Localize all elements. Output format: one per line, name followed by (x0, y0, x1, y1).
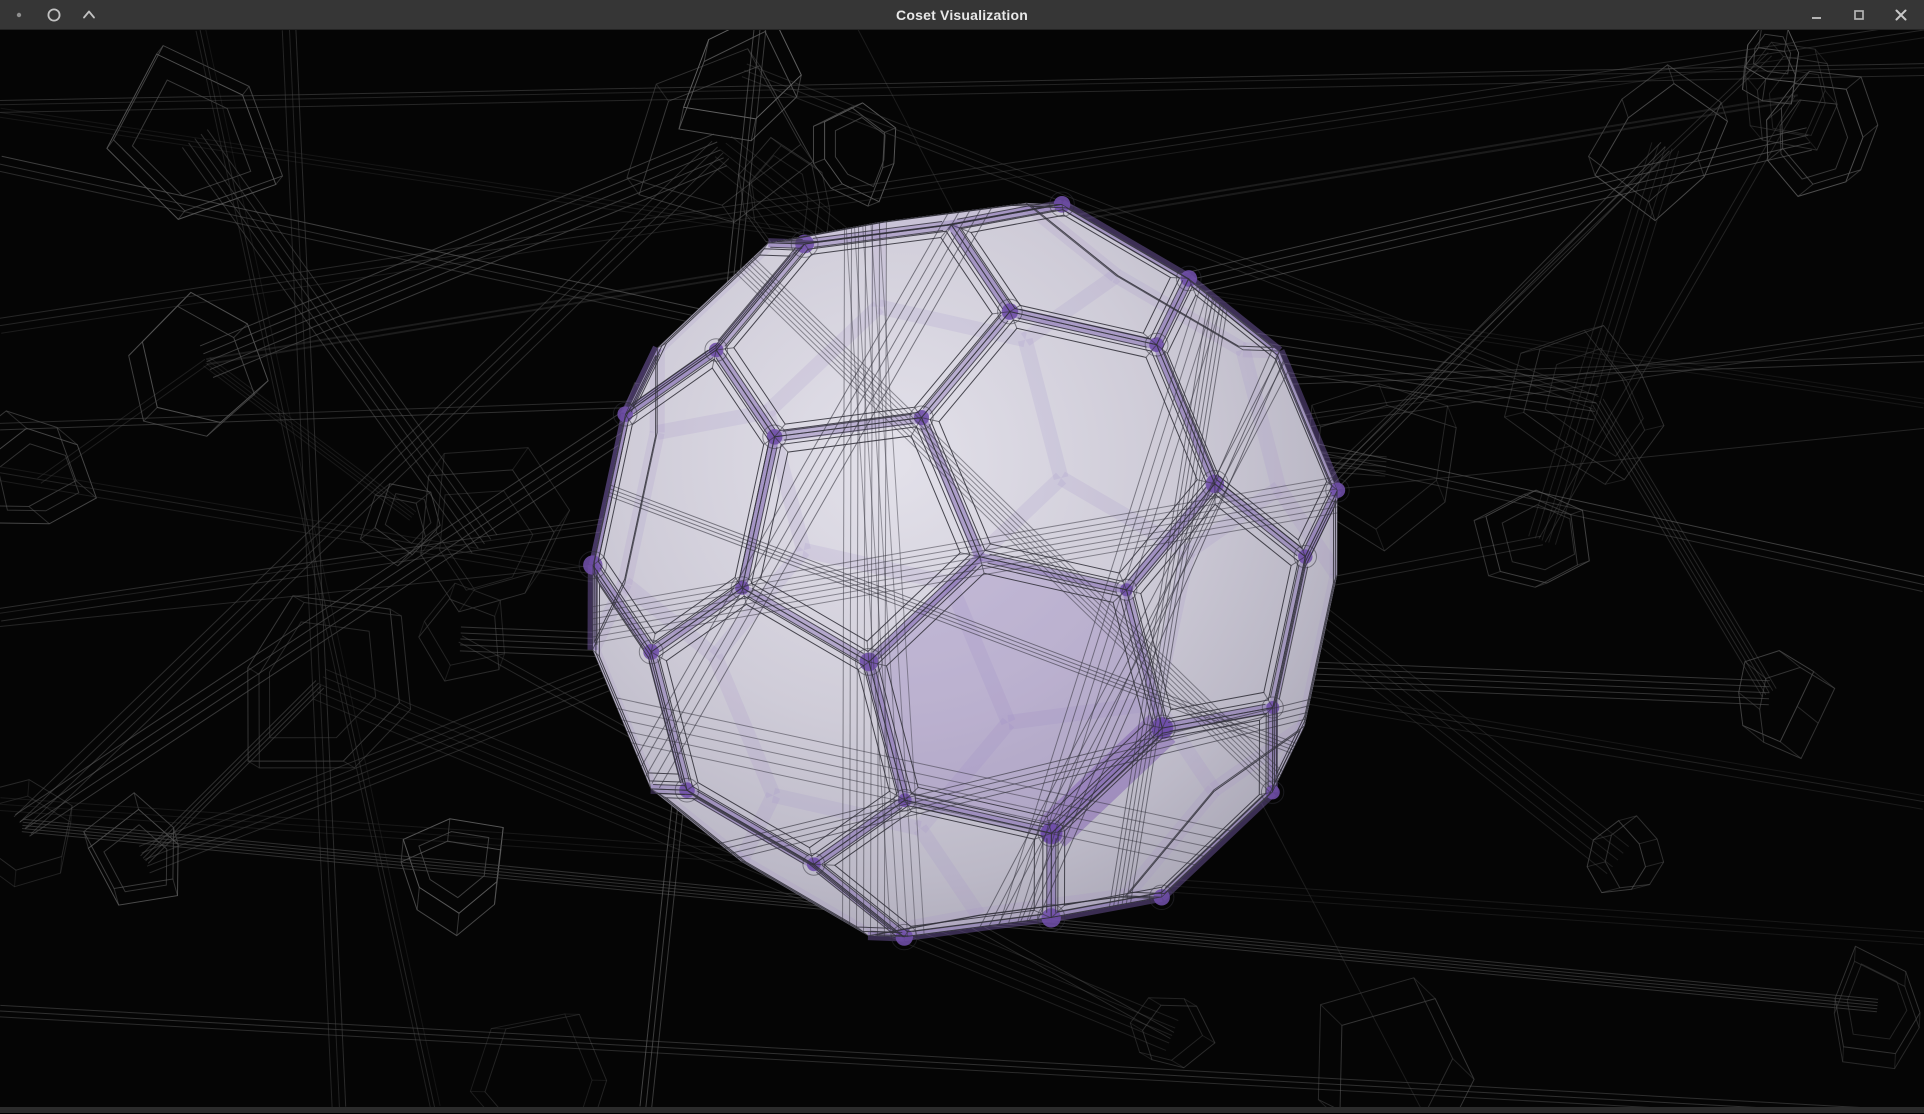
maximize-button[interactable] (1850, 6, 1868, 24)
window-title: Coset Visualization (0, 7, 1924, 23)
titlebar-left-icons (10, 0, 98, 30)
minimize-button[interactable] (1808, 6, 1826, 24)
coset-sphere (579, 192, 1349, 950)
coset-3d-scene[interactable] (0, 30, 1924, 1107)
titlebar[interactable]: Coset Visualization (0, 0, 1924, 30)
dot-icon[interactable] (10, 6, 28, 24)
circle-icon[interactable] (45, 6, 63, 24)
close-button[interactable] (1892, 6, 1910, 24)
window-bottom-border (0, 1107, 1924, 1113)
viewport-canvas[interactable] (0, 30, 1924, 1107)
window-controls (1808, 0, 1910, 30)
chevron-up-icon[interactable] (80, 6, 98, 24)
